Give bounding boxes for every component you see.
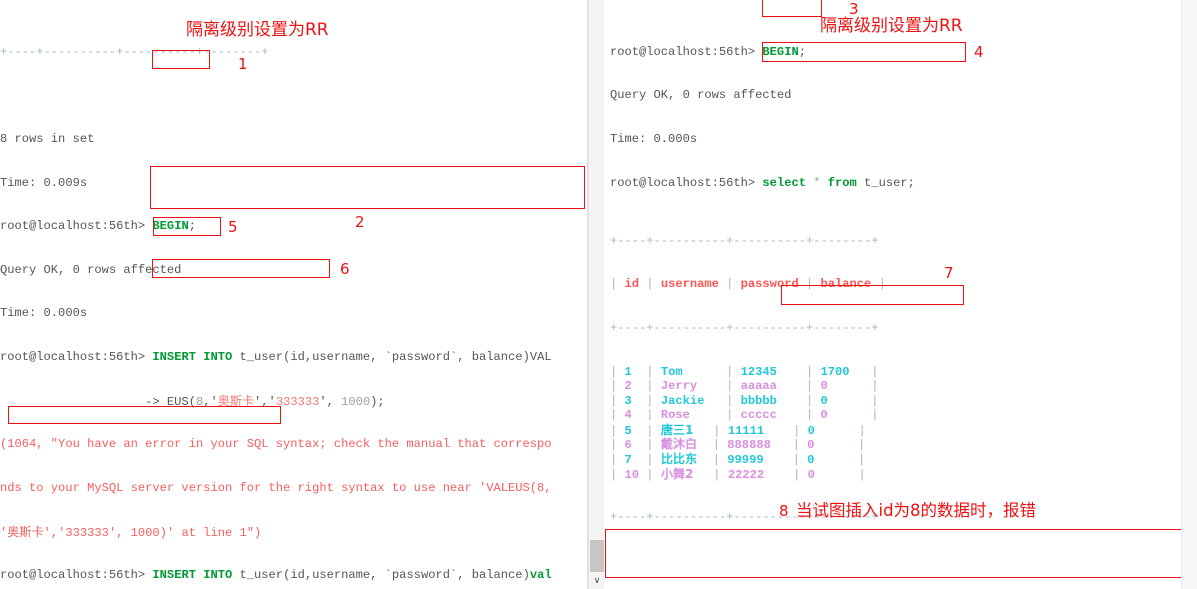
cell-id: 5: [624, 423, 640, 438]
table-rule: +----+----------+----------+--------+: [0, 44, 269, 59]
terminal-output-left: +----+----------+----------+--------+ 8 …: [0, 0, 552, 589]
cell-id: 2: [624, 379, 640, 394]
scrollbar-left[interactable]: ∨: [588, 0, 604, 589]
table-rule: +----+----------+----------+--------+: [610, 321, 879, 336]
cell-balance: 0: [807, 467, 852, 482]
cell-password: aaaaa: [740, 379, 799, 394]
cell-username: 小舞2: [660, 466, 707, 481]
prompt-line-insert-bad: root@localhost:56th> INSERT INTO t_user(…: [0, 350, 552, 365]
cell-password: 22222: [727, 467, 786, 482]
annotation-number-3: 3: [849, 0, 859, 18]
table-row: | 4 | Rose | ccccc | 0 |: [610, 408, 879, 423]
annotation-title-right: 隔离级别设置为RR: [820, 16, 963, 36]
prompt-line-select: root@localhost:56th> select * from t_use…: [610, 175, 915, 190]
cell-username: Jerry: [660, 379, 719, 394]
cell-username: Tom: [660, 364, 719, 379]
annotation-number-4: 4: [974, 43, 984, 61]
table-row: | 7 | 比比东 | 99999 | 0 |: [610, 451, 866, 467]
prompt-line-insert-ok: root@localhost:56th> INSERT INTO t_user(…: [0, 568, 552, 583]
cell-username: 唐三1: [660, 422, 707, 437]
query-ok: Query OK, 0 rows affected: [0, 262, 182, 277]
cell-password: 12345: [740, 364, 799, 379]
cell-balance: 0: [807, 452, 851, 467]
annotation-title-left: 隔离级别设置为RR: [186, 20, 329, 40]
cell-username: 戴沐白: [660, 437, 706, 452]
continuation-insert-bad: -> EUS(8,'奥斯卡','333333', 1000);: [0, 393, 385, 409]
result-time: Time: 0.009s: [0, 175, 88, 190]
cell-password: 99999: [727, 452, 786, 467]
table-row: | 5 | 唐三1 | 11111 | 0 |: [610, 422, 866, 438]
chevron-down-icon[interactable]: ∨: [589, 573, 605, 589]
cell-username: Rose: [660, 408, 719, 423]
cell-id: 1: [624, 364, 640, 379]
cell-password: bbbbb: [740, 393, 799, 408]
cell-id: 7: [624, 452, 640, 467]
cell-id: 6: [624, 438, 640, 453]
cell-password: 888888: [727, 438, 786, 453]
cell-balance: 0: [807, 438, 851, 453]
annotation-number-8: 8: [779, 502, 789, 520]
error-line: '奥斯卡','333333', 1000)' at line 1"): [0, 524, 262, 540]
terminal-pane-left[interactable]: +----+----------+----------+--------+ 8 …: [0, 0, 588, 589]
cell-username: 比比东: [660, 451, 706, 466]
cell-password: 11111: [727, 423, 786, 438]
sql-begin: BEGIN: [152, 219, 189, 234]
cell-username: Jackie: [660, 393, 719, 408]
cell-balance: 0: [807, 423, 852, 438]
table-row: | 6 | 戴沐白 | 888888 | 0 |: [610, 437, 866, 453]
cell-balance: 1700: [820, 364, 865, 379]
terminal-pane-right[interactable]: root@localhost:56th> BEGIN; Query OK, 0 …: [605, 0, 1197, 589]
annotation-number-5: 5: [228, 218, 238, 236]
prompt-line-begin: root@localhost:56th> BEGIN;: [610, 44, 806, 59]
table-rule: +----+----------+----------+--------+: [610, 233, 879, 248]
cell-balance: 0: [820, 408, 865, 423]
prompt-line-begin: root@localhost:56th> BEGIN;: [0, 219, 196, 234]
cell-password: ccccc: [740, 408, 799, 423]
annotation-number-1: 1: [238, 55, 248, 73]
cell-id: 4: [624, 408, 640, 423]
cell-balance: 0: [820, 379, 865, 394]
cell-id: 3: [624, 393, 640, 408]
annotation-note-8: 当试图插入id为8的数据时，报错: [796, 501, 1037, 520]
cell-balance: 0: [820, 393, 865, 408]
annotation-number-7: 7: [944, 264, 954, 282]
table-row: | 10 | 小舞2 | 22222 | 0 |: [610, 466, 866, 482]
table-body-right-1: | 1 | Tom | 12345 | 1700 | | 2 | Jerry | …: [610, 364, 1111, 482]
cell-id: 10: [624, 467, 640, 482]
table-row: | 1 | Tom | 12345 | 1700 |: [610, 364, 879, 379]
table-row: | 2 | Jerry | aaaaa | 0 |: [610, 379, 879, 394]
error-line: nds to your MySQL server version for the…: [0, 481, 552, 496]
scrollbar-right[interactable]: [1181, 0, 1197, 589]
result-count: 8 rows in set: [0, 131, 95, 146]
table-row: | 3 | Jackie | bbbbb | 0 |: [610, 393, 879, 408]
sql-begin: BEGIN: [762, 44, 799, 59]
result-time: Time: 0.000s: [0, 306, 88, 321]
annotation-number-6: 6: [340, 260, 350, 278]
table-header-row: | id | username | password | balance |: [610, 277, 886, 292]
result-time: Time: 0.000s: [610, 131, 698, 146]
annotation-number-2: 2: [355, 213, 365, 231]
scrollbar-thumb-left[interactable]: [590, 540, 604, 572]
error-line: (1064, "You have an error in your SQL sy…: [0, 437, 552, 452]
query-ok: Query OK, 0 rows affected: [610, 88, 792, 103]
